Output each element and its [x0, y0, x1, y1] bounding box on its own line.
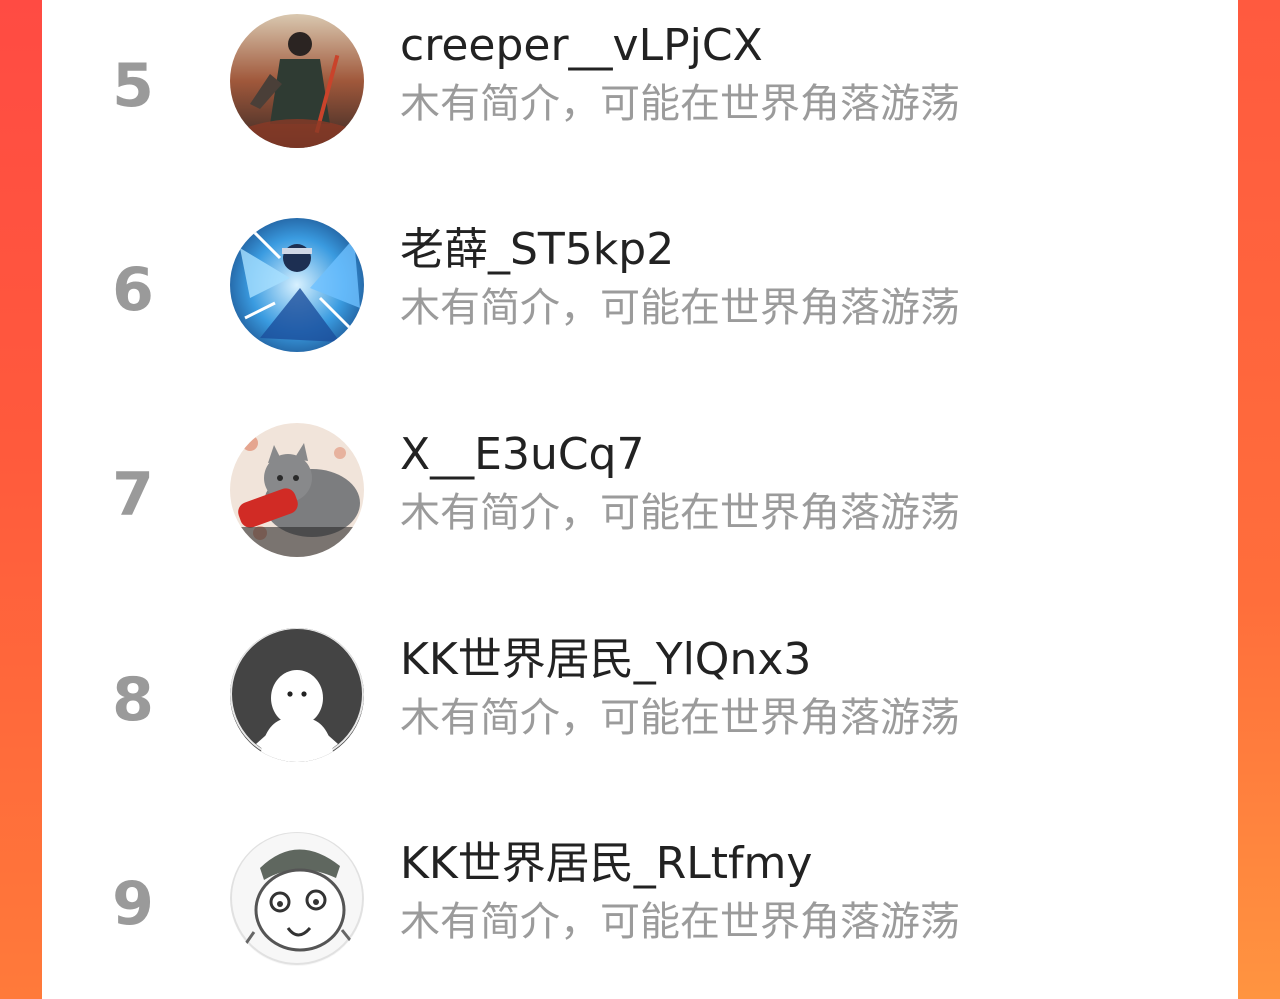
ninja-avatar-icon[interactable]: [230, 218, 364, 352]
username[interactable]: X__E3uCq7: [400, 430, 644, 479]
warrior-avatar-icon[interactable]: [230, 14, 364, 148]
default-avatar-icon[interactable]: [230, 628, 364, 762]
username[interactable]: KK世界居民_YlQnx3: [400, 635, 811, 684]
background-gradient-edge: [1238, 0, 1280, 999]
rank-number: 7: [112, 460, 154, 530]
user-bio: 木有简介，可能在世界角落游荡: [400, 285, 960, 331]
meme-avatar-icon[interactable]: [230, 832, 364, 966]
ranking-row[interactable]: 5 creeper__vLPjCX 木有简介，可能在世界角落游荡: [42, 0, 1238, 160]
ranking-row[interactable]: 6 老薛_ST5kp2 木有简介，可能在世界角落游荡: [42, 204, 1238, 364]
user-bio: 木有简介，可能在世界角落游荡: [400, 490, 960, 536]
username[interactable]: creeper__vLPjCX: [400, 21, 763, 70]
user-bio: 木有简介，可能在世界角落游荡: [400, 899, 960, 945]
cat-avatar-icon[interactable]: [230, 423, 364, 557]
rank-number: 5: [112, 51, 154, 121]
user-bio: 木有简介，可能在世界角落游荡: [400, 81, 960, 127]
rank-number: 8: [112, 665, 154, 735]
ranking-row[interactable]: 9 KK世界居民_RLtfmy 木有简介，可能在世界角落游荡: [42, 818, 1238, 978]
ranking-row[interactable]: 7 X__E3uCq7 木有简介，可能在世界角落游荡: [42, 409, 1238, 569]
username[interactable]: 老薛_ST5kp2: [400, 225, 674, 274]
rank-number: 9: [112, 869, 154, 939]
username[interactable]: KK世界居民_RLtfmy: [400, 839, 812, 888]
user-bio: 木有简介，可能在世界角落游荡: [400, 695, 960, 741]
ranking-row[interactable]: 8 KK世界居民_YlQnx3 木有简介，可能在世界角落游荡: [42, 614, 1238, 774]
rank-number: 6: [112, 255, 154, 325]
ranking-panel: 5 creeper__vLPjCX 木有简介，可能在世界角落游荡 6 老薛_ST…: [42, 0, 1238, 999]
